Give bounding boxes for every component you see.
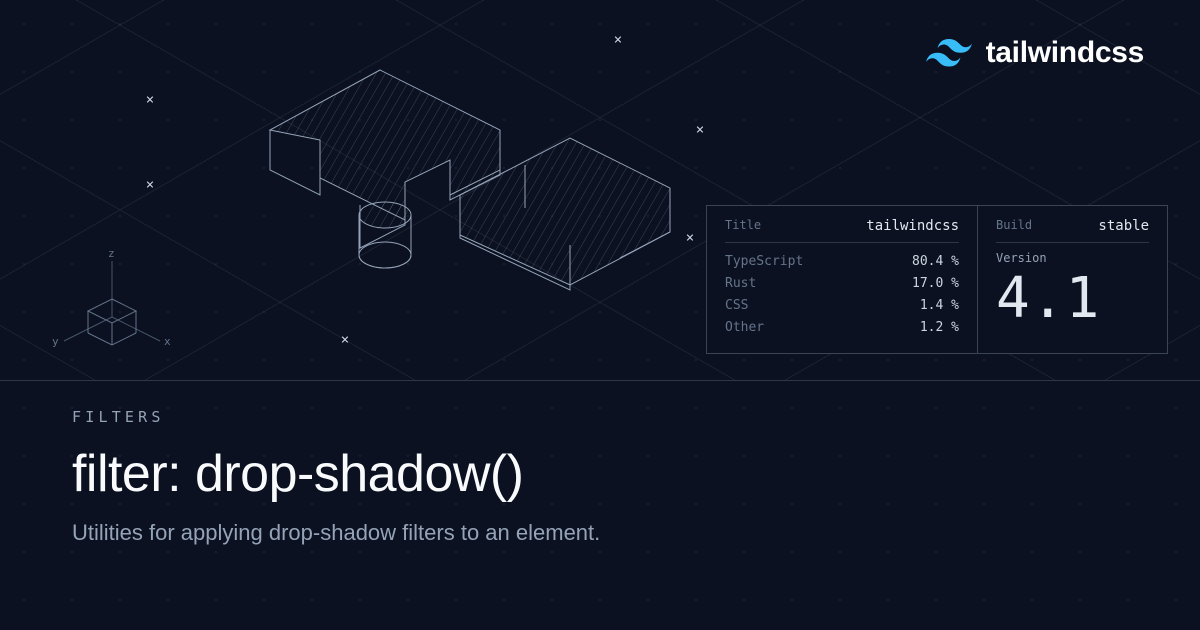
lang-pct: 80.4 % [912,251,959,273]
meta-title-col: Title tailwindcss TypeScript 80.4 % Rust 1… [707,206,977,353]
meta-build-col: Build stable Version 4.1 [977,206,1167,353]
meta-version-value: 4.1 [996,271,1149,327]
divider [0,380,1200,381]
lang-pct: 1.4 % [920,295,959,317]
meta-title-label: Title [725,218,761,234]
page-subtitle: Utilities for applying drop-shadow filte… [72,520,1140,546]
brand: tailwindcss [926,36,1144,70]
meta-build-value: stable [1098,218,1149,234]
grid-cross-icon: × [146,177,154,193]
meta-build-label: Build [996,218,1032,234]
lang-name: TypeScript [725,251,803,273]
lang-pct: 17.0 % [912,273,959,295]
meta-version-label: Version [996,251,1149,265]
lang-name: Other [725,317,764,339]
meta-title-value: tailwindcss [866,218,959,234]
tailwind-logo-icon [926,39,972,67]
lang-pct: 1.2 % [920,317,959,339]
page-content: FILTERS filter: drop-shadow() Utilities … [72,408,1140,546]
page-eyebrow: FILTERS [72,408,1140,426]
lang-name: Rust [725,273,756,295]
page-title: filter: drop-shadow() [72,444,1140,504]
axis-z-label: z [108,247,115,260]
axis-y-label: y [52,335,59,348]
meta-panel: Title tailwindcss TypeScript 80.4 % Rust 1… [706,205,1168,354]
axes-gizmo: z x y [52,255,172,368]
hero-isometric-illustration [200,10,720,350]
grid-cross-icon: × [146,92,154,108]
brand-name: tailwindcss [986,36,1144,70]
axis-x-label: x [164,335,171,348]
lang-name: CSS [725,295,748,317]
